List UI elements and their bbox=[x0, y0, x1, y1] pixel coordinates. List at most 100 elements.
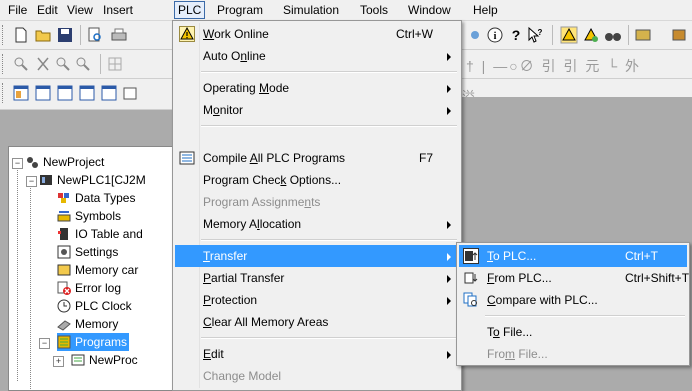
menu-bar: File Edit View Insert PLC Program Simula… bbox=[0, 0, 692, 21]
menu-insert[interactable]: Insert bbox=[100, 2, 136, 18]
menu-window[interactable]: Window bbox=[405, 2, 454, 18]
error-log-icon bbox=[57, 281, 71, 295]
new-file-icon[interactable] bbox=[12, 26, 30, 44]
menu-item-program-check-options[interactable]: Program Check Options... bbox=[175, 169, 459, 191]
clock-icon bbox=[57, 299, 71, 313]
menu-item-work-online[interactable]: Work Online Ctrl+W bbox=[175, 23, 459, 45]
help-icon[interactable]: ? bbox=[507, 26, 525, 44]
toolbar-grip[interactable] bbox=[2, 54, 6, 74]
tree-item-memory[interactable]: Memory bbox=[57, 315, 118, 333]
menu-tools[interactable]: Tools bbox=[357, 2, 391, 18]
toolbar-config-icon[interactable] bbox=[466, 26, 484, 44]
tree-plc-node[interactable]: NewPLC1[CJ2M bbox=[39, 171, 146, 189]
context-help-icon[interactable]: ? bbox=[526, 26, 544, 44]
print-preview-icon[interactable] bbox=[86, 26, 104, 44]
toolbar-separator bbox=[80, 25, 81, 45]
toolbar-overflow-icon[interactable] bbox=[670, 26, 688, 44]
online-edit-icon[interactable] bbox=[582, 26, 600, 44]
menu-item-partial-transfer[interactable]: Partial Transfer bbox=[175, 267, 459, 289]
menu-item-memory-allocation[interactable]: Memory Allocation bbox=[175, 213, 459, 235]
tree-item-new-program[interactable]: NewProc bbox=[71, 351, 138, 369]
plc-expander[interactable]: − bbox=[26, 176, 37, 187]
address-window-icon[interactable] bbox=[78, 84, 96, 102]
toolbar-partial-icon[interactable] bbox=[122, 84, 140, 102]
menu-item-compile[interactable]: Compile All PLC Programs F7 bbox=[175, 147, 459, 169]
zoom-out-icon[interactable] bbox=[74, 55, 92, 73]
menu-help[interactable]: Help bbox=[470, 2, 501, 18]
submenu-item-to-plc[interactable]: To PLC... Ctrl+T bbox=[459, 245, 687, 267]
output-window-icon[interactable] bbox=[34, 84, 52, 102]
newprogram-expander[interactable]: + bbox=[53, 356, 64, 367]
label-text: location bbox=[259, 217, 302, 231]
tree-item-symbols[interactable]: Symbols bbox=[57, 207, 121, 225]
tree-project-node[interactable]: NewProject bbox=[25, 153, 104, 171]
menu-item-protection[interactable]: Protection bbox=[175, 289, 459, 311]
menu-simulation[interactable]: Simulation bbox=[280, 2, 342, 18]
about-info-icon[interactable]: i bbox=[486, 26, 504, 44]
menu-item-transfer[interactable]: Transfer bbox=[175, 245, 459, 267]
ladder-instruction-glyphs[interactable]: † | —○∅ 引 引 元 └ 外 bbox=[466, 56, 641, 76]
menu-view[interactable]: View bbox=[64, 2, 96, 18]
submenu-item-compare-with-plc[interactable]: Compare with PLC... bbox=[459, 289, 687, 311]
label-mnemonic: P bbox=[203, 293, 212, 307]
binoculars-icon[interactable] bbox=[604, 26, 622, 44]
label-text: dit bbox=[211, 347, 224, 361]
programs-expander[interactable]: − bbox=[39, 338, 50, 349]
menu-item-program-assignments[interactable]: Program Assignments bbox=[175, 191, 459, 213]
tree-item-io-table[interactable]: IO Table and bbox=[57, 225, 143, 243]
zoom-in-icon[interactable] bbox=[54, 55, 72, 73]
submenu-arrow-icon bbox=[447, 221, 451, 229]
menu-item-change-model[interactable]: Change Model bbox=[175, 365, 459, 387]
download-from-plc-icon bbox=[464, 272, 478, 284]
zoom-icon[interactable] bbox=[12, 55, 30, 73]
memory-card-icon bbox=[57, 264, 71, 276]
project-expander[interactable]: − bbox=[12, 158, 23, 169]
menu-program[interactable]: Program bbox=[214, 2, 266, 18]
watch-window-icon[interactable] bbox=[56, 84, 74, 102]
menu-plc[interactable]: PLC bbox=[174, 1, 206, 19]
tree-item-programs[interactable]: Programs bbox=[57, 333, 130, 351]
label-mnemonic: o bbox=[493, 325, 500, 339]
tree-item-label: Settings bbox=[75, 245, 119, 259]
io-table-icon bbox=[58, 228, 68, 240]
open-folder-icon[interactable] bbox=[34, 26, 52, 44]
submenu-item-to-file[interactable]: To File... bbox=[459, 321, 687, 343]
plc-device-icon bbox=[40, 175, 52, 185]
tree-item-label: NewProc bbox=[89, 353, 138, 367]
menu-edit[interactable]: Edit bbox=[34, 2, 61, 18]
tree-item-error-log[interactable]: Error log bbox=[57, 279, 121, 297]
menu-item-operating-mode[interactable]: Operating Mode bbox=[175, 77, 459, 99]
submenu-item-from-file[interactable]: From File... bbox=[459, 343, 687, 365]
save-icon[interactable] bbox=[56, 26, 74, 44]
label-mnemonic: M bbox=[259, 81, 270, 95]
plc-menu: Work Online Ctrl+W Auto Online Operating… bbox=[172, 20, 462, 391]
project-window-icon[interactable] bbox=[12, 84, 30, 102]
menu-file[interactable]: File bbox=[5, 2, 30, 18]
memory-card-icon[interactable] bbox=[634, 26, 652, 44]
properties-window-icon[interactable] bbox=[100, 84, 118, 102]
cut-icon[interactable] bbox=[34, 55, 52, 73]
toolbar-grip[interactable] bbox=[2, 25, 6, 45]
tree-item-memory-card[interactable]: Memory car bbox=[57, 261, 138, 279]
label-text: Compile bbox=[203, 151, 250, 165]
menu-separator bbox=[201, 125, 457, 127]
shortcut-text: F7 bbox=[418, 151, 433, 165]
warning-check-icon[interactable] bbox=[560, 26, 578, 44]
tree-item-settings[interactable]: Settings bbox=[57, 243, 118, 261]
tree-item-data-types[interactable]: Data Types bbox=[57, 189, 135, 207]
print-icon[interactable] bbox=[110, 26, 128, 44]
program-icon bbox=[71, 354, 85, 366]
menu-item-auto-online[interactable]: Auto Online bbox=[175, 45, 459, 67]
menu-item-clear-memory[interactable]: Clear All Memory Areas bbox=[175, 311, 459, 333]
submenu-item-from-plc[interactable]: From PLC... Ctrl+Shift+T bbox=[459, 267, 689, 289]
grid-icon[interactable] bbox=[106, 55, 124, 73]
tree-item-label: Error log bbox=[75, 281, 122, 295]
warning-icon bbox=[179, 26, 195, 42]
menu-item-edit[interactable]: Edit bbox=[175, 343, 459, 365]
svg-text:i: i bbox=[494, 31, 497, 42]
menu-item-monitor[interactable]: Monitor bbox=[175, 99, 459, 121]
label-mnemonic: C bbox=[487, 293, 496, 307]
tree-item-plc-clock[interactable]: PLC Clock bbox=[57, 297, 132, 315]
label-text: nitor bbox=[219, 103, 244, 117]
toolbar-grip[interactable] bbox=[2, 83, 6, 103]
